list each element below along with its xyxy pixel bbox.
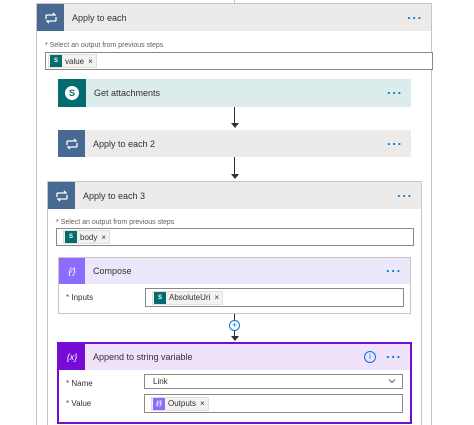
card-title: Apply to each 2 bbox=[93, 138, 156, 149]
arrow-head bbox=[231, 336, 239, 341]
name-label: * Name bbox=[66, 379, 93, 388]
apply-to-each-3-header[interactable]: Apply to each 3 ··· bbox=[48, 182, 421, 209]
absoluteuri-token[interactable]: S AbsoluteUri × bbox=[152, 290, 224, 305]
select-output-field[interactable]: S body × bbox=[56, 228, 414, 246]
select-output-label: * Select an output from previous steps bbox=[56, 219, 175, 226]
value-token[interactable]: S value × bbox=[48, 54, 97, 68]
compose-header[interactable]: {⁄} Compose ··· bbox=[59, 258, 410, 284]
compose-icon: {⁄} bbox=[59, 258, 85, 284]
name-dropdown[interactable]: Link bbox=[144, 374, 403, 389]
compose-card: {⁄} Compose ··· * Inputs S AbsoluteUri × bbox=[58, 257, 411, 314]
select-output-label: * Select an output from previous steps bbox=[45, 42, 164, 49]
remove-token-icon[interactable]: × bbox=[88, 57, 93, 66]
card-title: Apply to each 3 bbox=[83, 190, 146, 201]
remove-token-icon[interactable]: × bbox=[101, 233, 106, 242]
append-string-variable-card: {x} Append to string variable i ··· * Na… bbox=[57, 342, 412, 424]
card-title: Append to string variable bbox=[93, 352, 193, 362]
add-step-button[interactable]: + bbox=[229, 320, 240, 331]
body-token[interactable]: S body × bbox=[63, 230, 111, 244]
connector-arrow bbox=[234, 107, 235, 123]
loop-icon bbox=[48, 182, 75, 209]
inputs-field[interactable]: S AbsoluteUri × bbox=[145, 288, 404, 307]
more-options-icon[interactable]: ··· bbox=[386, 265, 402, 278]
remove-token-icon[interactable]: × bbox=[214, 293, 219, 302]
more-options-icon[interactable]: ··· bbox=[397, 189, 413, 202]
arrow-head bbox=[231, 123, 239, 128]
outputs-token[interactable]: {⁄} Outputs × bbox=[151, 396, 209, 411]
sharepoint-icon: S bbox=[154, 291, 166, 304]
more-options-icon[interactable]: ··· bbox=[387, 87, 403, 100]
info-icon[interactable]: i bbox=[364, 351, 376, 363]
connector-arrow bbox=[234, 157, 235, 174]
more-options-icon[interactable]: ··· bbox=[407, 11, 423, 24]
loop-icon bbox=[58, 130, 85, 157]
value-field[interactable]: {⁄} Outputs × bbox=[144, 394, 403, 413]
more-options-icon[interactable]: ··· bbox=[387, 137, 403, 150]
more-options-icon[interactable]: ··· bbox=[386, 351, 402, 364]
card-title: Get attachments bbox=[94, 88, 161, 98]
sharepoint-icon: S bbox=[58, 79, 86, 107]
loop-icon bbox=[37, 4, 64, 31]
card-title: Compose bbox=[93, 266, 132, 276]
inputs-label: * Inputs bbox=[66, 293, 94, 302]
card-title: Apply to each bbox=[72, 12, 127, 23]
chevron-down-icon bbox=[387, 376, 397, 388]
get-attachments-card[interactable]: S Get attachments ··· bbox=[58, 79, 411, 107]
compose-icon: {⁄} bbox=[153, 397, 165, 410]
remove-token-icon[interactable]: × bbox=[200, 399, 205, 408]
select-output-field[interactable]: S value × bbox=[45, 52, 433, 70]
append-variable-header[interactable]: {x} Append to string variable i ··· bbox=[59, 344, 410, 370]
value-label: * Value bbox=[66, 399, 92, 408]
arrow-head bbox=[231, 174, 239, 179]
apply-to-each-header[interactable]: Apply to each ··· bbox=[37, 4, 431, 31]
variable-icon: {x} bbox=[59, 344, 85, 370]
sharepoint-icon: S bbox=[65, 231, 77, 243]
sharepoint-icon: S bbox=[50, 55, 62, 67]
apply-to-each-2-card[interactable]: Apply to each 2 ··· bbox=[58, 130, 411, 157]
